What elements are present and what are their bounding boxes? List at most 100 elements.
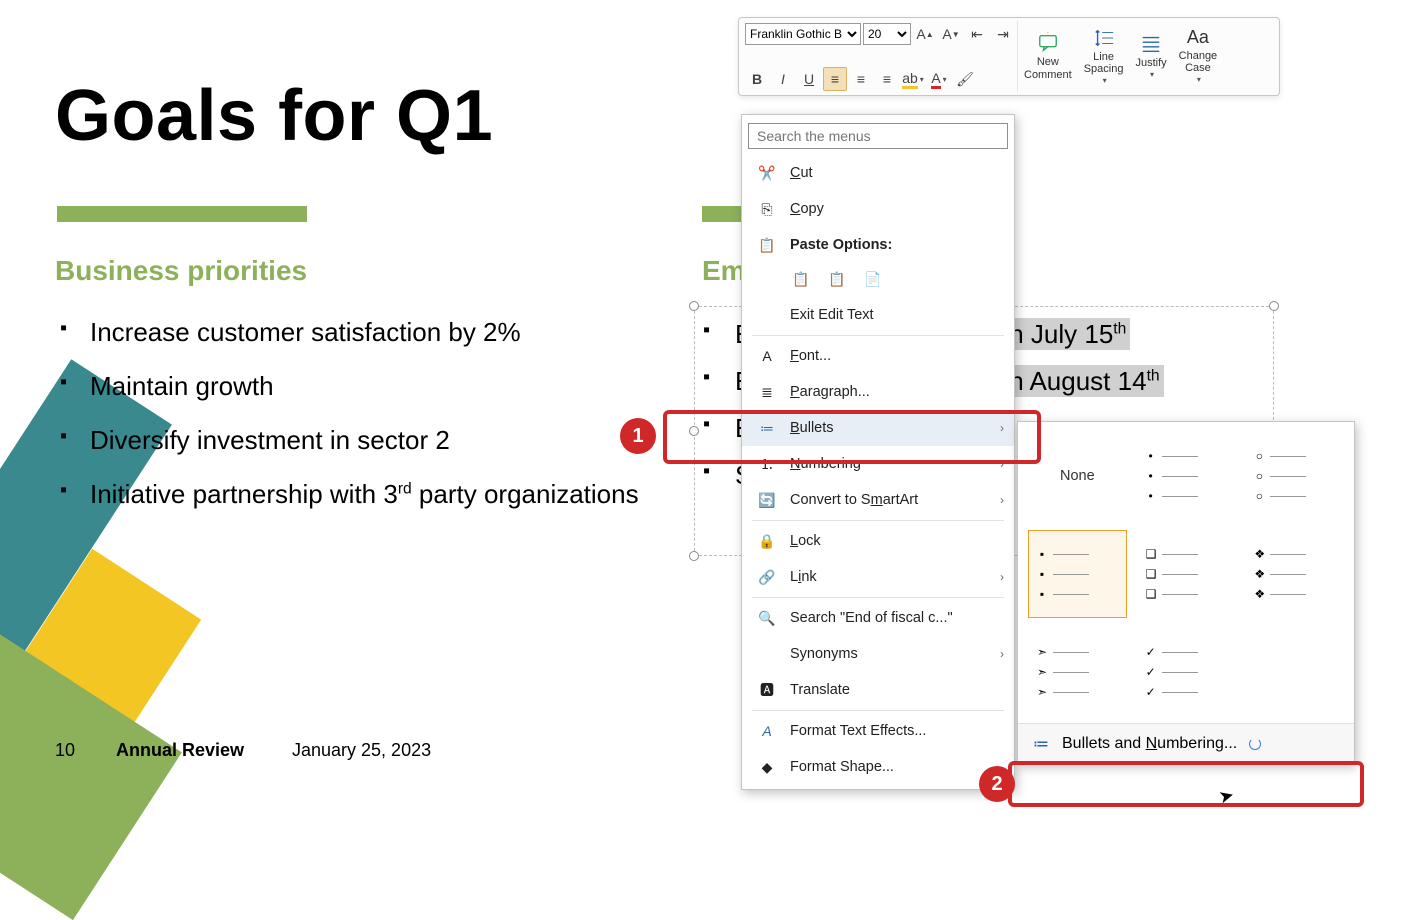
- bullet-check[interactable]: ✓ ✓ ✓: [1137, 628, 1236, 716]
- text-effects-icon: A: [758, 722, 776, 740]
- menu-copy[interactable]: ⎘Copy: [742, 191, 1014, 227]
- font-icon: A: [758, 347, 776, 365]
- separator: [752, 520, 1004, 521]
- subhead-left: Business priorities: [55, 255, 307, 287]
- justify-icon: [1140, 33, 1162, 55]
- chevron-right-icon: ›: [1000, 493, 1004, 507]
- paste-icon: 📋: [758, 236, 776, 254]
- separator: [752, 710, 1004, 711]
- translate-icon: 🅰︎: [758, 681, 776, 699]
- menu-search-selection[interactable]: 🔍Search "End of fiscal c...": [742, 600, 1014, 636]
- bullet-diamond[interactable]: ❖ ❖ ❖: [1245, 530, 1344, 618]
- bullet-dot[interactable]: • • •: [1137, 432, 1236, 520]
- svg-text:✦: ✦: [1044, 32, 1052, 36]
- chevron-right-icon: ›: [1000, 457, 1004, 471]
- change-case-icon: Aa: [1187, 28, 1209, 48]
- resize-handle[interactable]: [689, 551, 699, 561]
- menu-exit-edit[interactable]: Exit Edit Text: [742, 297, 1014, 333]
- underline-icon[interactable]: U: [797, 67, 821, 91]
- justify-button[interactable]: Justify: [1129, 21, 1172, 92]
- font-color-icon[interactable]: A: [927, 67, 951, 91]
- resize-handle[interactable]: [1269, 301, 1279, 311]
- menu-smartart[interactable]: 🔄Convert to SmartArt›: [742, 482, 1014, 518]
- bullet-square-filled[interactable]: ▪ ▪ ▪: [1028, 530, 1127, 618]
- bold-icon[interactable]: B: [745, 67, 769, 91]
- highlight-color-icon[interactable]: ab: [901, 67, 925, 91]
- loading-icon: [1249, 738, 1261, 750]
- menu-translate[interactable]: 🅰︎Translate: [742, 672, 1014, 708]
- new-comment-label: New Comment: [1024, 56, 1072, 80]
- menu-format-text-effects[interactable]: AFormat Text Effects...: [742, 713, 1014, 749]
- paste-text-only-icon[interactable]: 📄: [860, 267, 886, 291]
- increase-font-icon[interactable]: A▲: [913, 22, 937, 46]
- separator: [752, 597, 1004, 598]
- bullet-list-left: Increase customer satisfaction by 2% Mai…: [60, 315, 660, 531]
- menu-numbering[interactable]: ⒈Numbering›: [742, 446, 1014, 482]
- new-comment-button[interactable]: ✦ New Comment: [1018, 21, 1078, 92]
- chevron-right-icon: ›: [1000, 570, 1004, 584]
- menu-lock[interactable]: 🔒Lock: [742, 523, 1014, 559]
- menu-font[interactable]: AFont...: [742, 338, 1014, 374]
- bullets-icon: ≔: [1032, 735, 1050, 753]
- line-spacing-button[interactable]: Line Spacing: [1078, 21, 1130, 92]
- search-icon: 🔍: [758, 609, 776, 627]
- chevron-right-icon: ›: [1000, 647, 1004, 661]
- align-center-icon[interactable]: ≡: [849, 67, 873, 91]
- decrease-indent-icon[interactable]: ⇤: [965, 22, 989, 46]
- comment-icon: ✦: [1037, 32, 1059, 54]
- lock-icon: 🔒: [758, 532, 776, 550]
- list-item: Increase customer satisfaction by 2%: [60, 315, 660, 350]
- list-item: Diversify investment in sector 2: [60, 423, 660, 458]
- accent-bar-right: [702, 206, 742, 222]
- italic-icon[interactable]: I: [771, 67, 795, 91]
- list-item: Maintain growth: [60, 369, 660, 404]
- mini-toolbar: Franklin Gothic B 20 A▲ A▼ ⇤ ⇥ B I U ≡ ≡…: [738, 17, 1280, 96]
- cut-icon: ✂️: [758, 164, 776, 182]
- separator: [752, 335, 1004, 336]
- list-item: Initiative partnership with 3rd party or…: [60, 477, 660, 512]
- footer-date: January 25, 2023: [292, 740, 431, 761]
- change-case-label: Change Case: [1179, 50, 1218, 74]
- decrease-font-icon[interactable]: A▼: [939, 22, 963, 46]
- justify-label: Justify: [1135, 57, 1166, 69]
- line-spacing-icon: [1093, 27, 1115, 49]
- format-painter-icon[interactable]: 🖌: [953, 67, 977, 91]
- numbering-icon: ⒈: [758, 455, 776, 473]
- align-right-icon[interactable]: ≡: [875, 67, 899, 91]
- bullets-gallery: None • • • ○ ○ ○ ▪ ▪ ▪ ❑ ❑ ❑ ❖ ❖ ❖ ➣ ➣: [1017, 421, 1355, 764]
- menu-bullets[interactable]: ≔Bullets›: [742, 410, 1014, 446]
- footer-title: Annual Review: [116, 740, 244, 761]
- chevron-right-icon: ›: [1000, 421, 1004, 435]
- font-size-select[interactable]: 20: [863, 23, 911, 45]
- link-icon: 🔗: [758, 568, 776, 586]
- copy-icon: ⎘: [758, 200, 776, 218]
- paste-merge-icon[interactable]: 📋: [824, 267, 850, 291]
- slide-title: Goals for Q1: [55, 75, 493, 157]
- menu-format-shape[interactable]: ◆Format Shape...: [742, 749, 1014, 785]
- menu-search[interactable]: [748, 123, 1008, 149]
- resize-handle[interactable]: [689, 301, 699, 311]
- menu-synonyms[interactable]: Synonyms›: [742, 636, 1014, 672]
- menu-link[interactable]: 🔗Link›: [742, 559, 1014, 595]
- menu-cut[interactable]: ✂️Cut: [742, 155, 1014, 191]
- bullet-circle[interactable]: ○ ○ ○: [1245, 432, 1344, 520]
- paste-keep-source-icon[interactable]: 📋: [788, 267, 814, 291]
- bullets-icon: ≔: [758, 419, 776, 437]
- change-case-button[interactable]: Aa Change Case: [1173, 21, 1224, 92]
- bullet-square-hollow[interactable]: ❑ ❑ ❑: [1137, 530, 1236, 618]
- bullet-none[interactable]: None: [1028, 432, 1127, 520]
- bullets-and-numbering-button[interactable]: ≔ Bullets and Numbering...: [1018, 723, 1354, 763]
- page-number: 10: [55, 740, 75, 761]
- increase-indent-icon[interactable]: ⇥: [991, 22, 1015, 46]
- menu-paragraph[interactable]: ≣Paragraph...: [742, 374, 1014, 410]
- paragraph-icon: ≣: [758, 383, 776, 401]
- smartart-icon: 🔄: [758, 491, 776, 509]
- accent-bar-left: [57, 206, 307, 222]
- paste-options: 📋 📋 📄: [742, 263, 1014, 297]
- bullet-arrow[interactable]: ➣ ➣ ➣: [1028, 628, 1127, 716]
- menu-search-input[interactable]: [748, 123, 1008, 149]
- font-family-select[interactable]: Franklin Gothic B: [745, 23, 861, 45]
- context-menu: ✂️Cut ⎘Copy 📋Paste Options: 📋 📋 📄 Exit E…: [741, 114, 1015, 790]
- align-left-icon[interactable]: ≡: [823, 67, 847, 91]
- line-spacing-label: Line Spacing: [1084, 51, 1124, 75]
